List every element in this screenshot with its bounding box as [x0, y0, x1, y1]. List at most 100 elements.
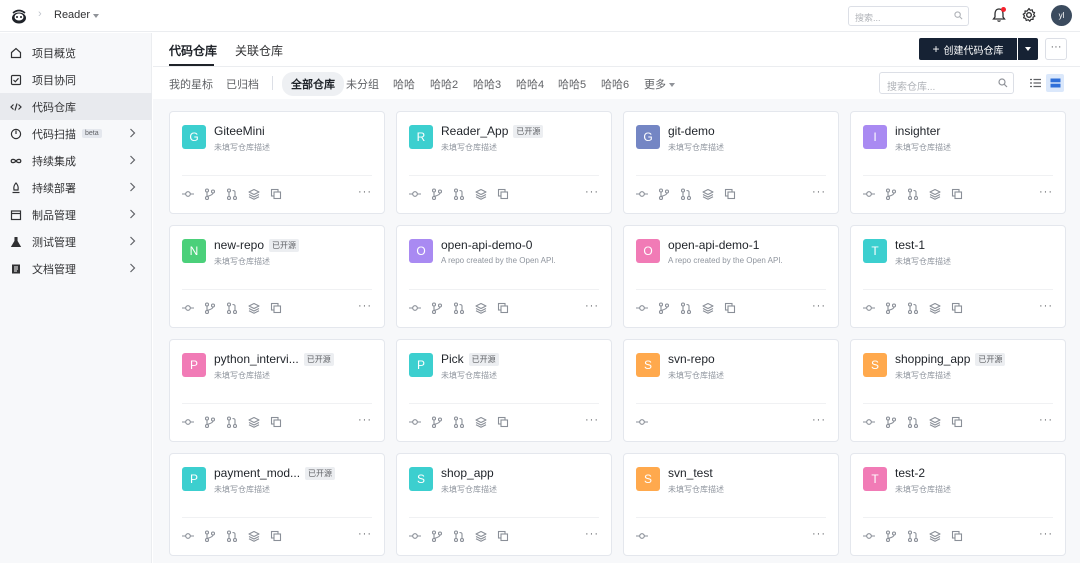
- filter-archived[interactable]: 已归档: [226, 76, 259, 92]
- repo-card[interactable]: Iinsighter 未填写仓库描述 ···: [850, 111, 1066, 214]
- copy-icon[interactable]: [951, 416, 963, 428]
- layers-icon[interactable]: [702, 188, 714, 200]
- commit-icon[interactable]: [409, 188, 421, 200]
- layers-icon[interactable]: [248, 302, 260, 314]
- create-repo-button[interactable]: + 创建代码仓库: [919, 38, 1017, 60]
- layers-icon[interactable]: [475, 188, 487, 200]
- pull-request-icon[interactable]: [453, 530, 465, 542]
- commit-icon[interactable]: [636, 416, 648, 428]
- copy-icon[interactable]: [724, 188, 736, 200]
- repo-more-button[interactable]: ···: [812, 186, 826, 198]
- repo-card[interactable]: Oopen-api-demo-1 A repo created by the Op…: [623, 225, 839, 328]
- list-view-toggle[interactable]: [1026, 74, 1044, 92]
- pull-request-icon[interactable]: [907, 302, 919, 314]
- commit-icon[interactable]: [863, 302, 875, 314]
- branch-icon[interactable]: [204, 302, 216, 314]
- sidebar-item-testing[interactable]: 测试管理: [0, 228, 152, 255]
- avatar[interactable]: yl: [1051, 5, 1072, 26]
- copy-icon[interactable]: [270, 188, 282, 200]
- repo-more-button[interactable]: ···: [585, 528, 599, 540]
- filter-more[interactable]: 更多: [644, 76, 675, 92]
- branch-icon[interactable]: [431, 530, 443, 542]
- repo-card[interactable]: Sshop_app 未填写仓库描述 ···: [396, 453, 612, 556]
- filter-group-haha2[interactable]: 哈哈2: [430, 76, 458, 92]
- card-view-toggle[interactable]: [1046, 74, 1064, 92]
- copy-icon[interactable]: [497, 416, 509, 428]
- commit-icon[interactable]: [182, 302, 194, 314]
- repo-more-button[interactable]: ···: [358, 300, 372, 312]
- branch-icon[interactable]: [204, 530, 216, 542]
- repo-name[interactable]: shopping_app: [895, 352, 970, 366]
- repo-card[interactable]: Oopen-api-demo-0 A repo created by the Op…: [396, 225, 612, 328]
- sidebar-item-overview[interactable]: 项目概览: [0, 39, 152, 66]
- copy-icon[interactable]: [951, 302, 963, 314]
- commit-icon[interactable]: [636, 188, 648, 200]
- repo-name[interactable]: test-1: [895, 238, 925, 252]
- repo-name[interactable]: shop_app: [441, 466, 494, 480]
- commit-icon[interactable]: [182, 530, 194, 542]
- repo-card[interactable]: Ssvn-repo 未填写仓库描述 ···: [623, 339, 839, 442]
- more-options-button[interactable]: ···: [1045, 38, 1067, 60]
- repo-card[interactable]: Ggit-demo 未填写仓库描述 ···: [623, 111, 839, 214]
- sidebar-item-docs[interactable]: 文档管理: [0, 255, 152, 282]
- pull-request-icon[interactable]: [907, 188, 919, 200]
- copy-icon[interactable]: [497, 302, 509, 314]
- commit-icon[interactable]: [409, 302, 421, 314]
- layers-icon[interactable]: [929, 302, 941, 314]
- sidebar-item-collab[interactable]: 项目协同: [0, 66, 152, 93]
- create-repo-dropdown[interactable]: [1018, 38, 1038, 60]
- repo-name[interactable]: test-2: [895, 466, 925, 480]
- copy-icon[interactable]: [497, 188, 509, 200]
- commit-icon[interactable]: [409, 416, 421, 428]
- filter-group-haha4[interactable]: 哈哈4: [516, 76, 544, 92]
- repo-name[interactable]: payment_mod...: [214, 466, 300, 480]
- branch-icon[interactable]: [885, 302, 897, 314]
- repo-card[interactable]: R Reader_App 已开源 未填写仓库描述 ···: [396, 111, 612, 214]
- pull-request-icon[interactable]: [680, 302, 692, 314]
- global-search-input[interactable]: 搜索...: [848, 6, 969, 26]
- project-switcher[interactable]: Reader: [54, 9, 100, 21]
- pull-request-icon[interactable]: [226, 416, 238, 428]
- branch-icon[interactable]: [431, 302, 443, 314]
- layers-icon[interactable]: [702, 302, 714, 314]
- repo-card[interactable]: Nnew-repo 已开源 未填写仓库描述 ···: [169, 225, 385, 328]
- copy-icon[interactable]: [951, 188, 963, 200]
- tab-repos[interactable]: 代码仓库: [169, 42, 217, 59]
- filter-group-haha[interactable]: 哈哈: [393, 76, 415, 92]
- filter-group-haha6[interactable]: 哈哈6: [601, 76, 629, 92]
- copy-icon[interactable]: [270, 416, 282, 428]
- repo-more-button[interactable]: ···: [1039, 186, 1053, 198]
- repo-name[interactable]: svn-repo: [668, 352, 715, 366]
- repo-card[interactable]: G GiteeMini 未填写仓库描述 ···: [169, 111, 385, 214]
- gear-icon[interactable]: [1021, 7, 1037, 23]
- layers-icon[interactable]: [475, 302, 487, 314]
- commit-icon[interactable]: [636, 530, 648, 542]
- repo-name[interactable]: svn_test: [668, 466, 713, 480]
- repo-more-button[interactable]: ···: [1039, 300, 1053, 312]
- pull-request-icon[interactable]: [907, 530, 919, 542]
- repo-name[interactable]: new-repo: [214, 238, 264, 252]
- layers-icon[interactable]: [475, 416, 487, 428]
- repo-more-button[interactable]: ···: [358, 186, 372, 198]
- repo-name[interactable]: Reader_App: [441, 124, 508, 138]
- repo-more-button[interactable]: ···: [585, 186, 599, 198]
- repo-more-button[interactable]: ···: [812, 528, 826, 540]
- repo-name[interactable]: insighter: [895, 124, 940, 138]
- repo-more-button[interactable]: ···: [1039, 414, 1053, 426]
- filter-ungrouped[interactable]: 未分组: [346, 76, 379, 92]
- pull-request-icon[interactable]: [226, 530, 238, 542]
- branch-icon[interactable]: [431, 188, 443, 200]
- repo-card[interactable]: Ttest-1 未填写仓库描述 ···: [850, 225, 1066, 328]
- branch-icon[interactable]: [885, 530, 897, 542]
- repo-name[interactable]: python_intervi...: [214, 352, 299, 366]
- repo-name[interactable]: Pick: [441, 352, 464, 366]
- branch-icon[interactable]: [431, 416, 443, 428]
- branch-icon[interactable]: [885, 416, 897, 428]
- pull-request-icon[interactable]: [907, 416, 919, 428]
- logo-icon[interactable]: [10, 7, 28, 25]
- branch-icon[interactable]: [204, 188, 216, 200]
- layers-icon[interactable]: [475, 530, 487, 542]
- commit-icon[interactable]: [863, 530, 875, 542]
- repo-more-button[interactable]: ···: [358, 414, 372, 426]
- filter-group-haha5[interactable]: 哈哈5: [558, 76, 586, 92]
